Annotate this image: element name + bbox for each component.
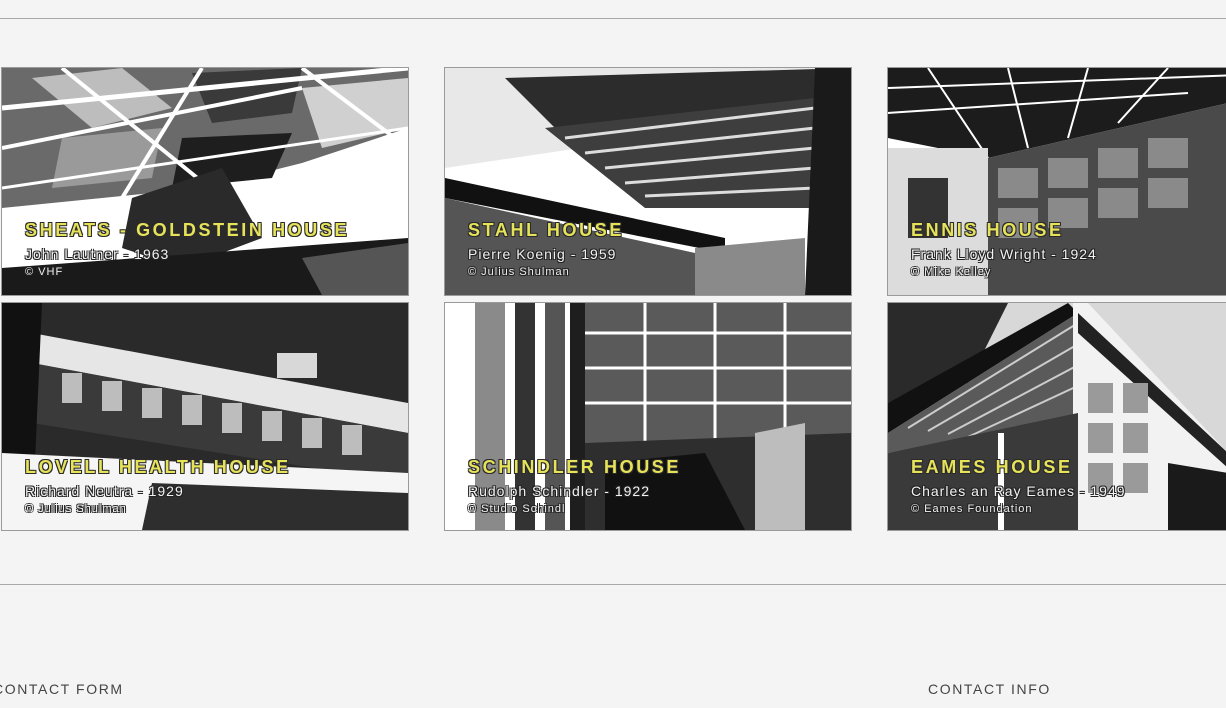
- card-photo-credit: © Mike Kelley: [911, 266, 992, 278]
- card-title: EAMES HOUSE: [911, 457, 1073, 477]
- gallery-card-sheats-goldstein[interactable]: SHEATS - GOLDSTEIN HOUSE John Lautner - …: [1, 67, 409, 296]
- card-title: SCHINDLER HOUSE: [468, 457, 682, 477]
- card-architect-year: Rudolph Schindler - 1922: [468, 483, 650, 499]
- card-title: ENNIS HOUSE: [911, 220, 1064, 240]
- card-title: SHEATS - GOLDSTEIN HOUSE: [25, 220, 350, 240]
- top-divider: [0, 18, 1226, 19]
- gallery-card-ennis[interactable]: ENNIS HOUSE Frank Lloyd Wright - 1924 © …: [887, 67, 1226, 296]
- page: SHEATS - GOLDSTEIN HOUSE John Lautner - …: [0, 0, 1226, 708]
- contact-form-heading: CONTACT FORM: [0, 681, 124, 697]
- card-photo-credit: © Julius Shulman: [25, 503, 127, 515]
- card-architect-year: Pierre Koenig - 1959: [468, 246, 617, 262]
- card-title: LOVELL HEALTH HOUSE: [25, 457, 291, 477]
- card-photo-credit: © Julius Shulman: [468, 266, 570, 278]
- gallery-card-schindler[interactable]: SCHINDLER HOUSE Rudolph Schindler - 1922…: [444, 302, 852, 531]
- bottom-divider: [0, 584, 1226, 585]
- gallery-card-eames[interactable]: EAMES HOUSE Charles an Ray Eames - 1949 …: [887, 302, 1226, 531]
- card-architect-year: Frank Lloyd Wright - 1924: [911, 246, 1097, 262]
- card-photo-credit: © Eames Foundation: [911, 503, 1033, 515]
- card-architect-year: Richard Neutra - 1929: [25, 483, 184, 499]
- contact-info-heading: CONTACT INFO: [928, 681, 1051, 697]
- card-architect-year: John Lautner - 1963: [25, 246, 170, 262]
- card-photo-credit: © Studio Schindl: [468, 503, 566, 515]
- card-title: STAHL HOUSE: [468, 220, 624, 240]
- gallery-card-lovell-health[interactable]: LOVELL HEALTH HOUSE Richard Neutra - 192…: [1, 302, 409, 531]
- card-architect-year: Charles an Ray Eames - 1949: [911, 483, 1126, 499]
- gallery-card-stahl[interactable]: STAHL HOUSE Pierre Koenig - 1959 © Juliu…: [444, 67, 852, 296]
- card-photo-credit: © VHF: [25, 266, 64, 278]
